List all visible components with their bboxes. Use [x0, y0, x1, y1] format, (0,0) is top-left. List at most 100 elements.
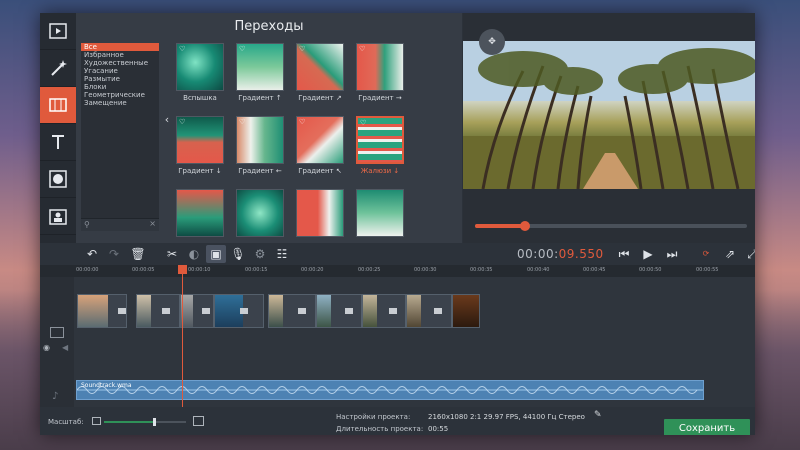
collapse-list-button[interactable]: ‹ [162, 113, 172, 133]
video-clip[interactable] [268, 294, 316, 328]
transition-tile[interactable] [236, 189, 284, 238]
pan-zoom-control[interactable]: ✥ [479, 29, 505, 55]
timecode-current: 09.550 [558, 247, 604, 261]
audio-clip[interactable]: Soundtrack.wma [76, 380, 704, 400]
transition-marker[interactable] [434, 308, 442, 314]
category-item[interactable]: Размытие [81, 75, 159, 83]
skip-forward-icon: ⏭ [666, 247, 678, 261]
transition-tile[interactable] [176, 189, 224, 238]
mute-video-icon[interactable]: ◀ [62, 343, 68, 352]
transition-marker[interactable] [389, 308, 397, 314]
transition-tile[interactable]: ♡ Градиент → [356, 43, 404, 105]
transition-tile[interactable]: ♡ Градиент ↓ [176, 116, 224, 178]
export-button[interactable]: ⇗ [720, 245, 740, 263]
category-item[interactable]: Художественные [81, 59, 159, 67]
video-clip[interactable] [362, 294, 406, 328]
favorite-icon[interactable]: ♡ [239, 118, 245, 126]
transition-tile[interactable]: ♡ Вспышка [176, 43, 224, 105]
previous-frame-button[interactable]: ⏮ [614, 245, 634, 263]
category-item[interactable]: Угасание [81, 67, 159, 75]
transition-label: Жалюзи ↓ [360, 167, 400, 175]
favorite-icon[interactable]: ♡ [299, 45, 305, 53]
music-note-icon: ♪ [52, 391, 59, 402]
transition-marker[interactable] [240, 308, 248, 314]
transition-thumbnail: ♡ [176, 116, 224, 164]
save-button[interactable]: Сохранить [664, 419, 750, 435]
video-clip[interactable] [316, 294, 362, 328]
titles-button[interactable] [40, 124, 76, 161]
view-360-button[interactable]: ⟳ [696, 245, 716, 263]
audio-waveform [77, 386, 703, 394]
filters-button[interactable] [40, 50, 76, 87]
play-button[interactable]: ▶ [638, 245, 658, 263]
undo-button[interactable]: ↶ [82, 245, 102, 263]
favorite-icon[interactable]: ♡ [360, 119, 366, 127]
transition-marker[interactable] [298, 308, 306, 314]
zoom-in-icon[interactable] [193, 416, 204, 426]
media-properties-button[interactable]: ▣ [206, 245, 226, 263]
favorite-icon[interactable]: ♡ [179, 45, 185, 53]
visibility-icon[interactable]: ◉ [43, 343, 50, 352]
video-clip[interactable] [406, 294, 452, 328]
transition-thumbnail [356, 189, 404, 237]
more-tools-button[interactable] [40, 198, 76, 235]
ruler-tick: 00:00:45 [583, 267, 606, 273]
favorite-icon[interactable]: ♡ [299, 118, 305, 126]
category-item[interactable]: Избранное [81, 51, 159, 59]
playback-progress-bar[interactable] [475, 221, 747, 231]
image-icon: ▣ [210, 247, 222, 261]
transition-tile[interactable]: ♡ Градиент ↑ [236, 43, 284, 105]
favorite-icon[interactable]: ♡ [179, 118, 185, 126]
video-clip[interactable] [452, 294, 480, 328]
transition-marker[interactable] [202, 308, 210, 314]
audio-clip-name: Soundtrack.wma [81, 382, 132, 389]
transition-tile[interactable] [296, 189, 344, 238]
editing-toolbar: ↶ ↷ 🗑 ✂ ◐ ▣ 🎙 ⚙ ☷ 00:00:09.550 ⏮ ▶ ⏭ ⟳ ⇗… [76, 243, 755, 265]
transition-thumbnail: ♡ [236, 43, 284, 91]
ruler-tick: 00:00:25 [358, 267, 381, 273]
next-frame-button[interactable]: ⏭ [662, 245, 682, 263]
gear-icon: ⚙ [254, 247, 266, 261]
transition-tile[interactable]: ♡ Градиент ↖ [296, 116, 344, 178]
transition-marker[interactable] [118, 308, 126, 314]
transition-thumbnail: ♡ [356, 43, 404, 91]
category-item[interactable]: Геометрические [81, 91, 159, 99]
transition-tile[interactable]: ♡ Жалюзи ↓ [356, 116, 404, 178]
transitions-button[interactable] [40, 87, 76, 124]
transition-label: Градиент → [358, 94, 402, 102]
zoom-out-icon[interactable] [92, 417, 101, 425]
equalizer-button[interactable]: ☷ [272, 245, 292, 263]
transition-marker[interactable] [162, 308, 170, 314]
microphone-icon: 🎙 [230, 247, 246, 261]
video-clip[interactable] [136, 294, 180, 328]
transition-tile[interactable]: ♡ Градиент ← [236, 116, 284, 178]
playback-progress-handle[interactable] [519, 221, 530, 231]
record-voice-button[interactable]: 🎙 [228, 245, 248, 263]
delete-button[interactable]: 🗑 [128, 245, 148, 263]
import-media-button[interactable] [40, 13, 76, 50]
transition-marker[interactable] [345, 308, 353, 314]
stickers-button[interactable] [40, 161, 76, 198]
category-search-input[interactable]: ⚲ × [81, 218, 159, 231]
fullscreen-button[interactable]: ⤢ [742, 245, 755, 263]
video-clip[interactable] [214, 294, 264, 328]
clear-search-icon[interactable]: × [149, 219, 156, 228]
category-item[interactable]: Все [81, 43, 159, 51]
edit-settings-icon[interactable]: ✎ [594, 410, 602, 420]
ruler-tick: 00:00:05 [132, 267, 155, 273]
playhead-line[interactable] [182, 265, 183, 407]
favorite-icon[interactable]: ♡ [239, 45, 245, 53]
scale-slider-handle[interactable] [153, 418, 157, 426]
timeline-tracks: ◉ ◀ ♪ Soundtrack.wma [40, 277, 755, 407]
category-item[interactable]: Блоки [81, 83, 159, 91]
cut-button[interactable]: ✂ [162, 245, 182, 263]
redo-button[interactable]: ↷ [104, 245, 124, 263]
settings-button[interactable]: ⚙ [250, 245, 270, 263]
transition-tile[interactable] [356, 189, 404, 238]
color-adjust-button[interactable]: ◐ [184, 245, 204, 263]
category-item[interactable]: Замещение [81, 99, 159, 107]
scale-slider[interactable] [104, 418, 186, 426]
transition-thumbnail: ♡ [296, 116, 344, 164]
transition-tile[interactable]: ♡ Градиент ↗ [296, 43, 344, 105]
favorite-icon[interactable]: ♡ [359, 45, 365, 53]
